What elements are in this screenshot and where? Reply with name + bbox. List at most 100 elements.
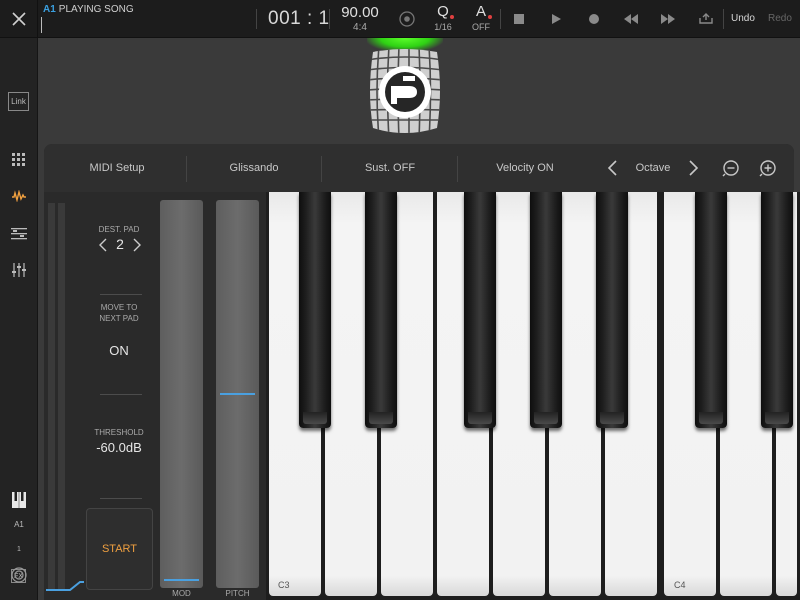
- automation-button[interactable]: A OFF: [468, 3, 494, 32]
- sustain-toggle[interactable]: Sust. OFF: [356, 162, 424, 174]
- piano-key-black[interactable]: [761, 192, 793, 428]
- piano-key-black[interactable]: [299, 192, 331, 428]
- close-icon: [11, 12, 26, 26]
- mod-wheel-indicator: [164, 579, 199, 581]
- octave-down-button[interactable]: [603, 158, 623, 178]
- instrument-logo[interactable]: [367, 46, 443, 138]
- loop-button[interactable]: [697, 10, 715, 28]
- dial-icon: [11, 567, 27, 583]
- note-label-c3: C3: [278, 580, 290, 590]
- piano-key-black[interactable]: [464, 192, 496, 428]
- threshold-value[interactable]: -60.0dB: [86, 440, 152, 455]
- stop-button[interactable]: [510, 10, 528, 28]
- mod-wheel[interactable]: [160, 200, 203, 588]
- note-label-c4: C4: [674, 580, 686, 590]
- tempo-value: 90.00: [341, 4, 379, 21]
- chevron-left-icon: [607, 160, 617, 176]
- record-button[interactable]: [585, 10, 603, 28]
- keyboard-view-button[interactable]: [9, 490, 29, 510]
- tempo-display[interactable]: 90.00 4:4: [336, 4, 384, 33]
- start-button[interactable]: START: [86, 508, 153, 590]
- sequencer-view-button[interactable]: [9, 224, 29, 244]
- zoom-out-button[interactable]: [721, 158, 741, 178]
- mixer-icon: [12, 263, 26, 277]
- dest-pad-value: 2: [116, 236, 124, 252]
- move-next-pad-label-2: NEXT PAD: [99, 314, 139, 323]
- separator: [500, 9, 501, 29]
- piano-key-black[interactable]: [596, 192, 628, 428]
- octave-label: Octave: [635, 162, 671, 174]
- threshold-marker: [46, 581, 84, 591]
- move-next-pad-toggle[interactable]: ON: [86, 343, 152, 358]
- divider: [100, 394, 142, 395]
- close-button[interactable]: [0, 0, 38, 38]
- piano-key-black[interactable]: [530, 192, 562, 428]
- separator: [457, 156, 458, 182]
- fast-forward-button[interactable]: [659, 10, 677, 28]
- quantize-button[interactable]: Q 1/16: [428, 3, 458, 32]
- grid-icon: [12, 153, 25, 166]
- text-caret: [41, 17, 42, 33]
- piano-key-black[interactable]: [695, 192, 727, 428]
- pitch-wheel-indicator: [220, 393, 255, 395]
- separator: [329, 9, 330, 29]
- fast-forward-icon: [661, 14, 675, 24]
- time-signature: 4:4: [353, 22, 367, 33]
- level-meter-right: [58, 203, 65, 591]
- rewind-icon: [624, 14, 638, 24]
- play-button[interactable]: [547, 10, 565, 28]
- automation-label: A: [468, 3, 494, 20]
- chevron-left-icon[interactable]: [98, 237, 108, 253]
- waveform-icon: [12, 190, 26, 202]
- velocity-toggle[interactable]: Velocity ON: [490, 162, 560, 174]
- pads-view-button[interactable]: [9, 150, 29, 170]
- stop-icon: [514, 14, 524, 24]
- rewind-button[interactable]: [622, 10, 640, 28]
- separator: [256, 9, 257, 29]
- zoom-out-icon: [722, 160, 739, 177]
- dest-pad-label: DEST. PAD: [98, 225, 140, 234]
- redo-button[interactable]: Redo: [768, 13, 792, 24]
- piano-keyboard: [266, 192, 800, 600]
- metronome-button[interactable]: [398, 10, 416, 28]
- song-slot[interactable]: A1 PLAYING SONG: [43, 4, 134, 15]
- sequencer-icon: [11, 228, 27, 240]
- logo-icon: [370, 49, 440, 133]
- level-meter-left: [48, 203, 55, 591]
- song-position[interactable]: 001 : 1: [268, 8, 330, 30]
- record-icon: [589, 14, 599, 24]
- metronome-icon: [399, 11, 415, 27]
- glissando-button[interactable]: Glissando: [220, 162, 288, 174]
- separator: [186, 156, 187, 182]
- instrument-slot-label: A1: [14, 520, 24, 529]
- quantize-value: 1/16: [434, 22, 452, 32]
- zoom-in-button[interactable]: [758, 158, 778, 178]
- settings-button[interactable]: [9, 565, 29, 585]
- piano-icon: [12, 492, 26, 508]
- octave-up-button[interactable]: [683, 158, 703, 178]
- slot-id: A1: [43, 4, 56, 15]
- divider: [100, 498, 142, 499]
- pitch-wheel[interactable]: [216, 200, 259, 588]
- link-button[interactable]: Link: [8, 92, 29, 111]
- separator: [723, 9, 724, 29]
- mixer-view-button[interactable]: [9, 260, 29, 280]
- chevron-right-icon[interactable]: [132, 237, 142, 253]
- mod-wheel-label: MOD: [172, 589, 191, 598]
- quantize-indicator: [450, 15, 454, 19]
- app-window: A1 PLAYING SONG 001 : 1 90.00 4:4 Q 1/16 …: [0, 0, 800, 600]
- chevron-right-icon: [689, 160, 699, 176]
- automation-indicator: [488, 15, 492, 19]
- quantize-letter: Q: [437, 3, 449, 20]
- automation-value: OFF: [472, 22, 490, 32]
- left-rail: Link A1 1 FX: [0, 38, 38, 600]
- play-icon: [552, 14, 561, 24]
- midi-setup-button[interactable]: MIDI Setup: [82, 162, 152, 174]
- pitch-wheel-label: PITCH: [225, 589, 250, 598]
- song-status: PLAYING SONG: [58, 4, 134, 15]
- sampler-view-button[interactable]: [9, 186, 29, 206]
- dest-pad-stepper[interactable]: 2: [98, 236, 142, 254]
- undo-button[interactable]: Undo: [731, 13, 755, 24]
- top-bar: A1 PLAYING SONG 001 : 1 90.00 4:4 Q 1/16 …: [0, 0, 800, 38]
- piano-key-black[interactable]: [365, 192, 397, 428]
